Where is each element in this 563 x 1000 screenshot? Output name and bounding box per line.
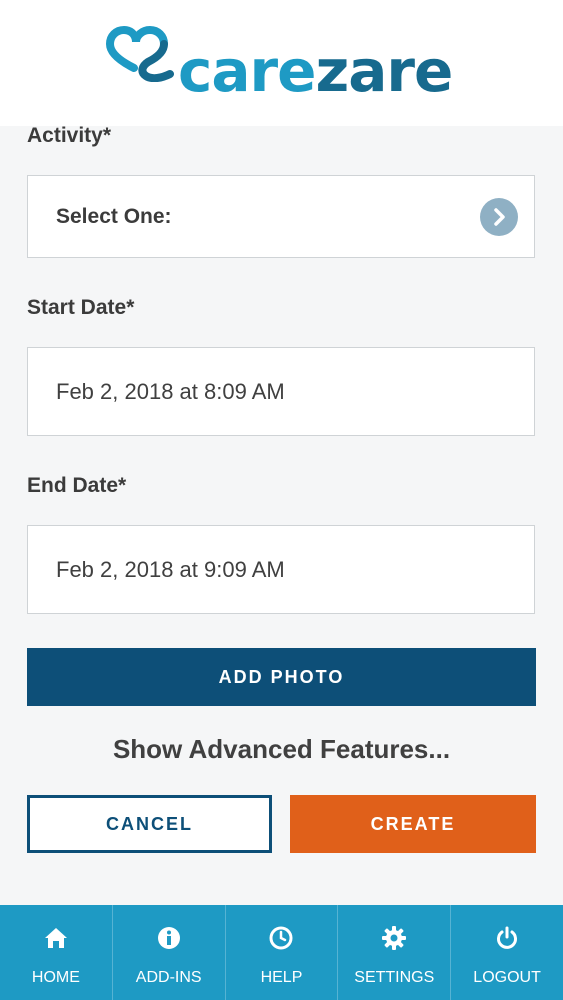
- tab-settings[interactable]: SETTINGS: [337, 905, 450, 1000]
- tab-home[interactable]: HOME: [0, 905, 112, 1000]
- activity-select-value: Select One:: [56, 204, 172, 228]
- info-icon: [157, 927, 180, 949]
- create-button[interactable]: CREATE: [290, 795, 536, 853]
- app-header: carezare: [0, 0, 563, 126]
- end-date-label: End Date*: [27, 474, 127, 497]
- clock-icon: [269, 926, 293, 950]
- tab-help[interactable]: HELP: [224, 905, 338, 1000]
- end-date-field[interactable]: Feb 2, 2018 at 9:09 AM: [27, 525, 535, 614]
- start-date-label: Start Date*: [27, 296, 135, 319]
- tab-add-ins-label: ADD-INS: [135, 969, 202, 986]
- power-icon: [497, 926, 518, 949]
- activity-select[interactable]: Select One:: [27, 175, 535, 258]
- activity-label: Activity*: [27, 124, 112, 147]
- home-icon: [44, 928, 67, 948]
- cancel-button[interactable]: CANCEL: [27, 795, 272, 853]
- logo-wordmark: carezare: [178, 37, 453, 105]
- tab-add-ins[interactable]: ADD-INS: [111, 905, 225, 1000]
- end-date-value: Feb 2, 2018 at 9:09 AM: [56, 556, 285, 582]
- bottom-tab-bar: HOME ADD-INS HELP SETTINGS LOGOUT: [0, 905, 563, 1000]
- tab-home-label: HOME: [31, 969, 80, 986]
- tab-logout-label: LOGOUT: [473, 969, 541, 986]
- add-photo-button[interactable]: ADD PHOTO: [27, 648, 536, 706]
- logo-text-zare: zare: [315, 37, 453, 105]
- tab-settings-label: SETTINGS: [354, 969, 435, 986]
- chevron-right-icon[interactable]: [480, 198, 518, 236]
- gear-icon: [382, 926, 407, 950]
- tab-logout[interactable]: LOGOUT: [450, 905, 563, 1000]
- logo-text-care: care: [178, 37, 316, 105]
- start-date-value: Feb 2, 2018 at 8:09 AM: [56, 378, 285, 404]
- logo-icon: [105, 25, 174, 82]
- start-date-field[interactable]: Feb 2, 2018 at 8:09 AM: [27, 347, 535, 436]
- tab-help-label: HELP: [260, 969, 303, 986]
- show-advanced-features-link[interactable]: Show Advanced Features...: [0, 734, 563, 765]
